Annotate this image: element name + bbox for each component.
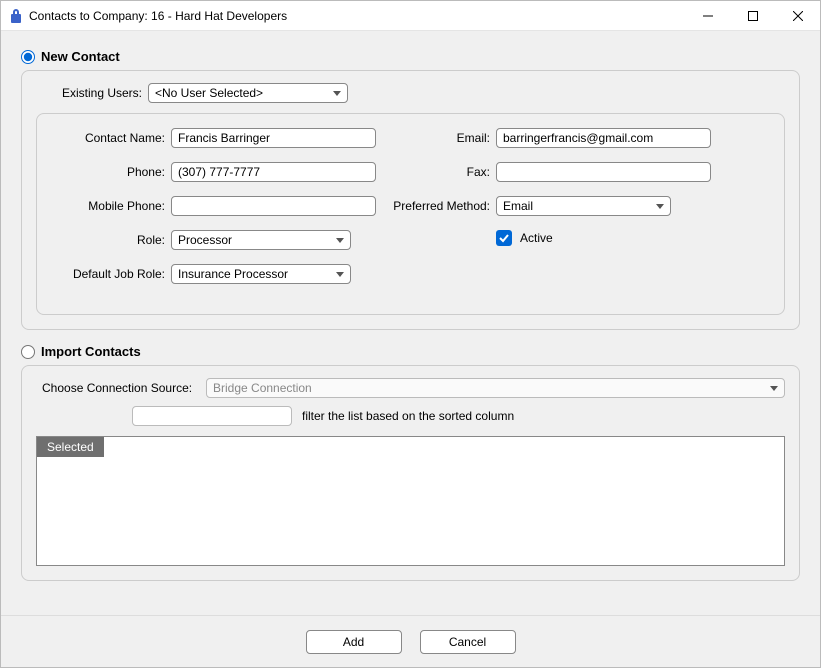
default-job-role-label: Default Job Role:: [51, 267, 171, 281]
window-title: Contacts to Company: 16 - Hard Hat Devel…: [29, 9, 287, 23]
dialog-window: Contacts to Company: 16 - Hard Hat Devel…: [0, 0, 821, 668]
role-select[interactable]: Processor: [171, 230, 351, 250]
filter-hint: filter the list based on the sorted colu…: [302, 409, 514, 423]
cancel-button[interactable]: Cancel: [420, 630, 516, 654]
import-contacts-group: Choose Connection Source: Bridge Connect…: [21, 365, 800, 581]
filter-input[interactable]: [132, 406, 292, 426]
mobile-phone-label: Mobile Phone:: [51, 199, 171, 213]
titlebar: Contacts to Company: 16 - Hard Hat Devel…: [1, 1, 820, 31]
role-label: Role:: [51, 233, 171, 247]
new-contact-group: Existing Users: <No User Selected> Conta…: [21, 70, 800, 330]
active-label: Active: [520, 231, 553, 245]
radio-new-contact-label: New Contact: [41, 49, 120, 64]
dialog-footer: Add Cancel: [1, 615, 820, 667]
radio-import-contacts[interactable]: [21, 345, 35, 359]
add-button[interactable]: Add: [306, 630, 402, 654]
connection-source-select[interactable]: Bridge Connection: [206, 378, 785, 398]
dialog-body: New Contact Existing Users: <No User Sel…: [1, 31, 820, 615]
mode-import-contacts[interactable]: Import Contacts: [21, 344, 800, 359]
fax-input[interactable]: [496, 162, 711, 182]
existing-users-select[interactable]: <No User Selected>: [148, 83, 348, 103]
fax-label: Fax:: [391, 165, 496, 179]
phone-input[interactable]: [171, 162, 376, 182]
lock-icon: [9, 8, 23, 24]
contact-name-label: Contact Name:: [51, 131, 171, 145]
contact-name-input[interactable]: [171, 128, 376, 148]
existing-users-label: Existing Users:: [36, 86, 148, 100]
mobile-phone-input[interactable]: [171, 196, 376, 216]
radio-new-contact[interactable]: [21, 50, 35, 64]
minimize-button[interactable]: [685, 1, 730, 31]
grid-column-selected[interactable]: Selected: [37, 437, 104, 457]
default-job-role-select[interactable]: Insurance Processor: [171, 264, 351, 284]
close-button[interactable]: [775, 1, 820, 31]
maximize-button[interactable]: [730, 1, 775, 31]
email-label: Email:: [391, 131, 496, 145]
active-checkbox[interactable]: [496, 230, 512, 246]
preferred-method-select[interactable]: Email: [496, 196, 671, 216]
mode-new-contact[interactable]: New Contact: [21, 49, 800, 64]
contact-fields-group: Contact Name: Phone: Mobile Phone:: [36, 113, 785, 315]
preferred-method-label: Preferred Method:: [391, 199, 496, 213]
connection-source-label: Choose Connection Source:: [36, 381, 206, 395]
import-grid[interactable]: Selected: [36, 436, 785, 566]
email-input[interactable]: [496, 128, 711, 148]
radio-import-contacts-label: Import Contacts: [41, 344, 141, 359]
phone-label: Phone:: [51, 165, 171, 179]
